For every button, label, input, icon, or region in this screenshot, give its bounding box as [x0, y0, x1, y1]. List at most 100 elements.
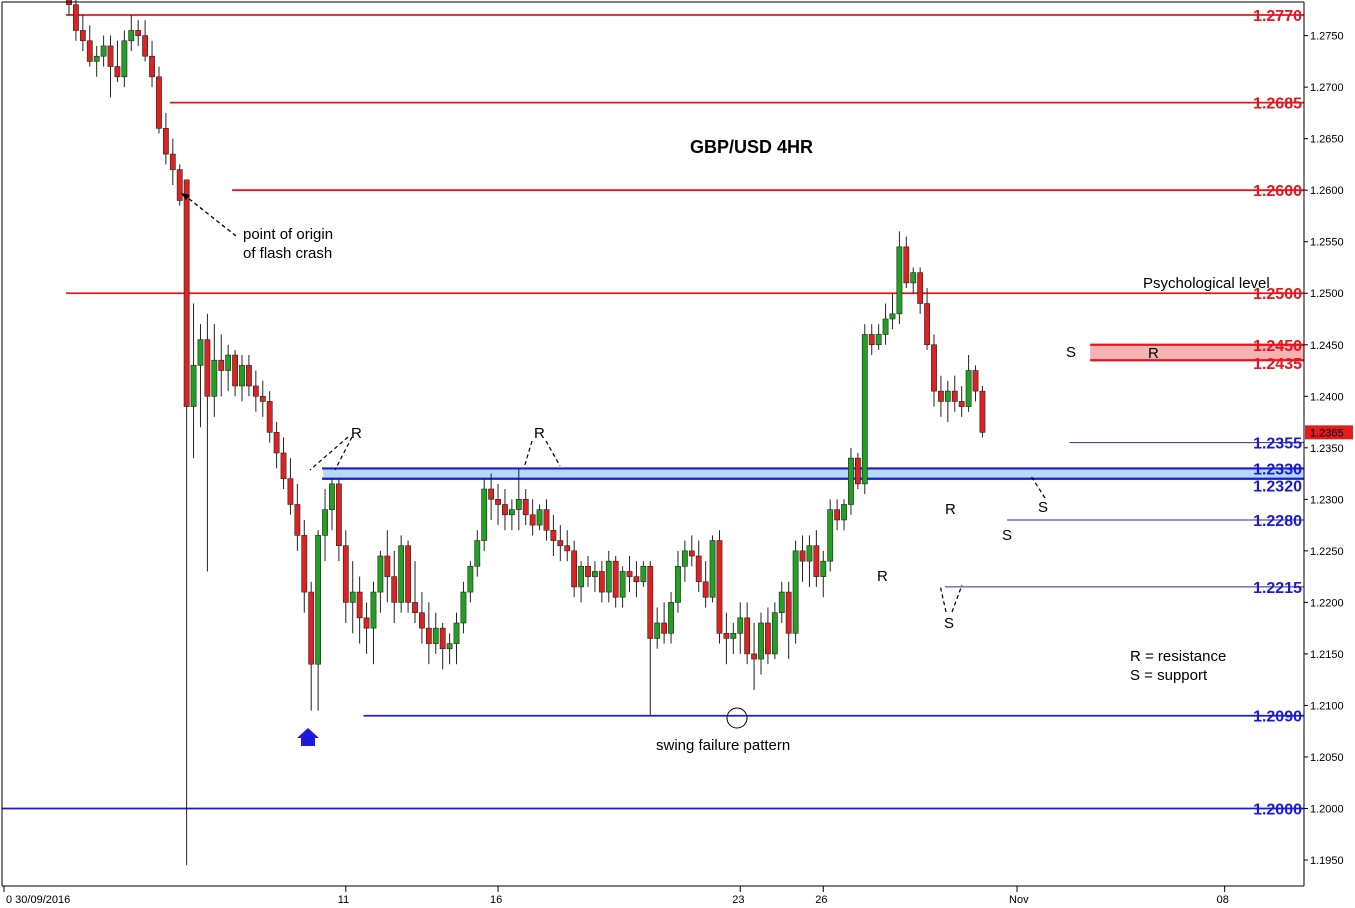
legend-r: R = resistance [1130, 648, 1226, 665]
candle-body-49 [405, 545, 411, 603]
candle-body-115 [861, 334, 868, 485]
candle-body-85 [654, 622, 661, 639]
candle-body-82 [633, 576, 640, 583]
candle-body-114 [854, 457, 861, 485]
level-label-1.2450: 1.2450 [1253, 338, 1302, 355]
level-label-1.2090: 1.2090 [1253, 709, 1302, 726]
x-tick-label: 11 [338, 894, 349, 906]
candle-body-102 [771, 612, 778, 655]
candle-body-122 [910, 272, 917, 284]
candle-body-45 [377, 555, 384, 593]
level-label-1.2435: 1.2435 [1253, 356, 1302, 373]
candle-body-25 [239, 365, 245, 387]
candle-body-6 [107, 45, 114, 67]
candle-body-119 [889, 313, 896, 320]
candle-body-81 [626, 571, 633, 577]
annotation-letter-5: S [1066, 344, 1076, 361]
candle-body-101 [765, 622, 771, 655]
candle-body-51 [419, 612, 425, 629]
y-tick-label: 1.2150 [1310, 649, 1344, 661]
candle-body-20 [204, 339, 211, 397]
candle-body-91 [695, 555, 702, 583]
annotation-psych-level: Psychological level [1143, 275, 1270, 292]
x-tick-label: 26 [815, 894, 827, 906]
level-label-1.2685: 1.2685 [1253, 96, 1302, 113]
candle-body-110 [827, 509, 834, 562]
candle-body-26 [246, 365, 252, 387]
candle-body-79 [612, 560, 619, 598]
candle-body-38 [329, 483, 335, 510]
candle-body-53 [432, 627, 439, 644]
candle-body-56 [453, 622, 460, 644]
candle-body-93 [709, 540, 716, 598]
candle-body-118 [882, 318, 889, 335]
y-tick-label: 1.2550 [1310, 237, 1344, 249]
y-tick-label: 1.2050 [1310, 752, 1344, 764]
candle-body-107 [806, 545, 813, 562]
candle-body-43 [363, 617, 370, 629]
candle-body-74 [578, 566, 584, 588]
chart-background [0, 0, 1355, 908]
candle-body-116 [868, 334, 875, 346]
candle-body-126 [938, 390, 944, 402]
candle-body-60 [481, 488, 488, 541]
candle-body-39 [335, 483, 342, 547]
candle-body-12 [149, 55, 155, 78]
candle-body-7 [114, 66, 121, 78]
candle-body-8 [121, 40, 128, 78]
candle-body-130 [965, 370, 972, 407]
candle-body-80 [619, 571, 626, 598]
candle-body-78 [605, 560, 612, 593]
candle-body-59 [474, 540, 481, 567]
candle-body-37 [322, 509, 328, 536]
candle-body-89 [681, 550, 688, 567]
candle-body-67 [529, 514, 536, 526]
candle-body-121 [903, 246, 910, 284]
level-label-1.2000: 1.2000 [1253, 801, 1302, 818]
level-label-1.2770: 1.2770 [1253, 8, 1302, 25]
candle-body-127 [944, 390, 951, 402]
candle-body-92 [702, 581, 709, 598]
candle-body-46 [384, 555, 391, 577]
level-label-1.2320: 1.2320 [1253, 479, 1302, 496]
candle-body-21 [211, 359, 218, 397]
annotation-letter-6: S [1038, 499, 1048, 516]
candle-body-34 [301, 535, 308, 593]
candle-body-4 [93, 55, 100, 62]
candle-body-28 [259, 395, 266, 402]
candle-body-3 [86, 40, 93, 62]
candle-body-104 [785, 591, 792, 634]
candle-body-54 [439, 627, 446, 650]
candle-body-132 [979, 390, 986, 433]
candle-body-1 [73, 4, 79, 31]
candle-body-68 [536, 509, 543, 526]
candle-body-52 [425, 627, 432, 644]
annotation-letter-2: R [945, 501, 956, 518]
candle-body-72 [564, 545, 571, 552]
candle-body-112 [841, 504, 847, 521]
candle-body-111 [834, 509, 841, 521]
candle-body-13 [156, 76, 162, 129]
candle-body-106 [799, 550, 806, 562]
candle-body-10 [135, 30, 142, 36]
candle-body-57 [460, 591, 467, 624]
candle-body-30 [273, 432, 280, 454]
candle-body-77 [598, 571, 605, 593]
candle-body-64 [508, 509, 515, 516]
candle-body-124 [924, 303, 930, 346]
x-tick-label: 16 [490, 894, 502, 906]
candle-body-41 [349, 591, 356, 603]
candle-body-65 [515, 499, 522, 510]
candle-body-96 [730, 632, 737, 639]
candle-body-66 [522, 499, 529, 516]
candle-body-36 [315, 535, 322, 665]
candle-body-90 [688, 550, 695, 557]
candle-body-58 [467, 566, 474, 593]
candle-body-123 [917, 272, 924, 304]
candle-body-109 [820, 560, 827, 577]
annotation-letter-3: R [877, 568, 888, 585]
candle-body-76 [592, 571, 598, 577]
candle-body-14 [162, 128, 169, 155]
candle-body-29 [266, 401, 273, 433]
candle-body-48 [398, 545, 405, 603]
